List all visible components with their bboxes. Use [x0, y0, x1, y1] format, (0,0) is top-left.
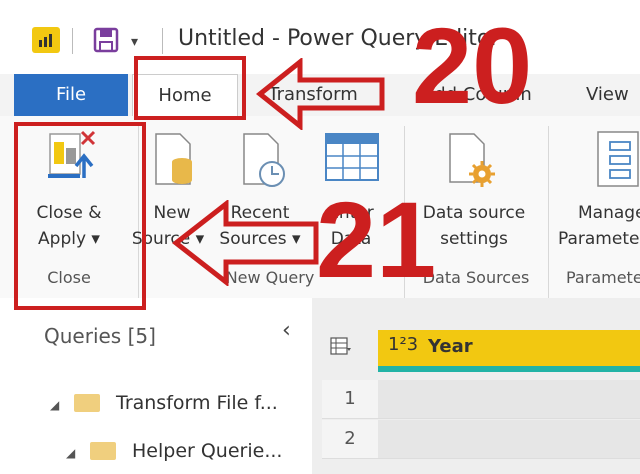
manage-parameters-label-1: Manage: [578, 203, 640, 223]
folder-icon: [90, 442, 116, 460]
annotation-arrow-left-icon: [172, 200, 319, 286]
quick-access-dropdown-icon[interactable]: ▾: [131, 34, 138, 50]
manage-parameters-icon: [597, 131, 639, 187]
power-bi-logo-icon: [32, 27, 60, 53]
divider: [72, 28, 73, 54]
table-cell[interactable]: [378, 380, 640, 419]
table-menu-icon[interactable]: [330, 336, 352, 358]
group-divider: [548, 126, 549, 304]
tab-view[interactable]: View: [586, 74, 638, 116]
new-source-icon: [155, 133, 192, 185]
table-cell[interactable]: [378, 420, 640, 459]
recent-sources-icon: [243, 133, 285, 187]
column-name: Year: [428, 336, 473, 357]
enter-data-icon: [325, 133, 379, 181]
column-type-badge[interactable]: 1²3: [388, 334, 418, 355]
column-quality-band: [378, 366, 640, 372]
annotation-box-home-tab: [134, 56, 246, 120]
manage-parameters-label-2: Parameters: [558, 229, 640, 249]
tree-expand-arrow-icon[interactable]: ◢: [66, 446, 75, 460]
save-icon[interactable]: [92, 26, 120, 54]
data-source-settings-icon: [449, 133, 495, 187]
folder-icon: [74, 394, 100, 412]
tab-file[interactable]: File: [14, 74, 128, 116]
annotation-arrow-left-icon: [256, 58, 385, 130]
tree-expand-arrow-icon[interactable]: ◢: [50, 398, 59, 412]
query-item-label: Transform File f...: [116, 392, 278, 414]
divider: [162, 28, 163, 54]
query-item-label: Helper Querie...: [132, 440, 283, 462]
collapse-pane-chevron-icon[interactable]: ‹: [282, 318, 291, 343]
group-label-parameters: Parameters: [566, 268, 640, 287]
row-number: 1: [322, 380, 378, 419]
queries-title: Queries [5]: [44, 324, 156, 348]
annotation-number-21: 21: [316, 179, 437, 300]
row-number: 2: [322, 420, 378, 459]
annotation-box-close-apply: [14, 122, 146, 310]
annotation-number-20: 20: [412, 5, 533, 126]
